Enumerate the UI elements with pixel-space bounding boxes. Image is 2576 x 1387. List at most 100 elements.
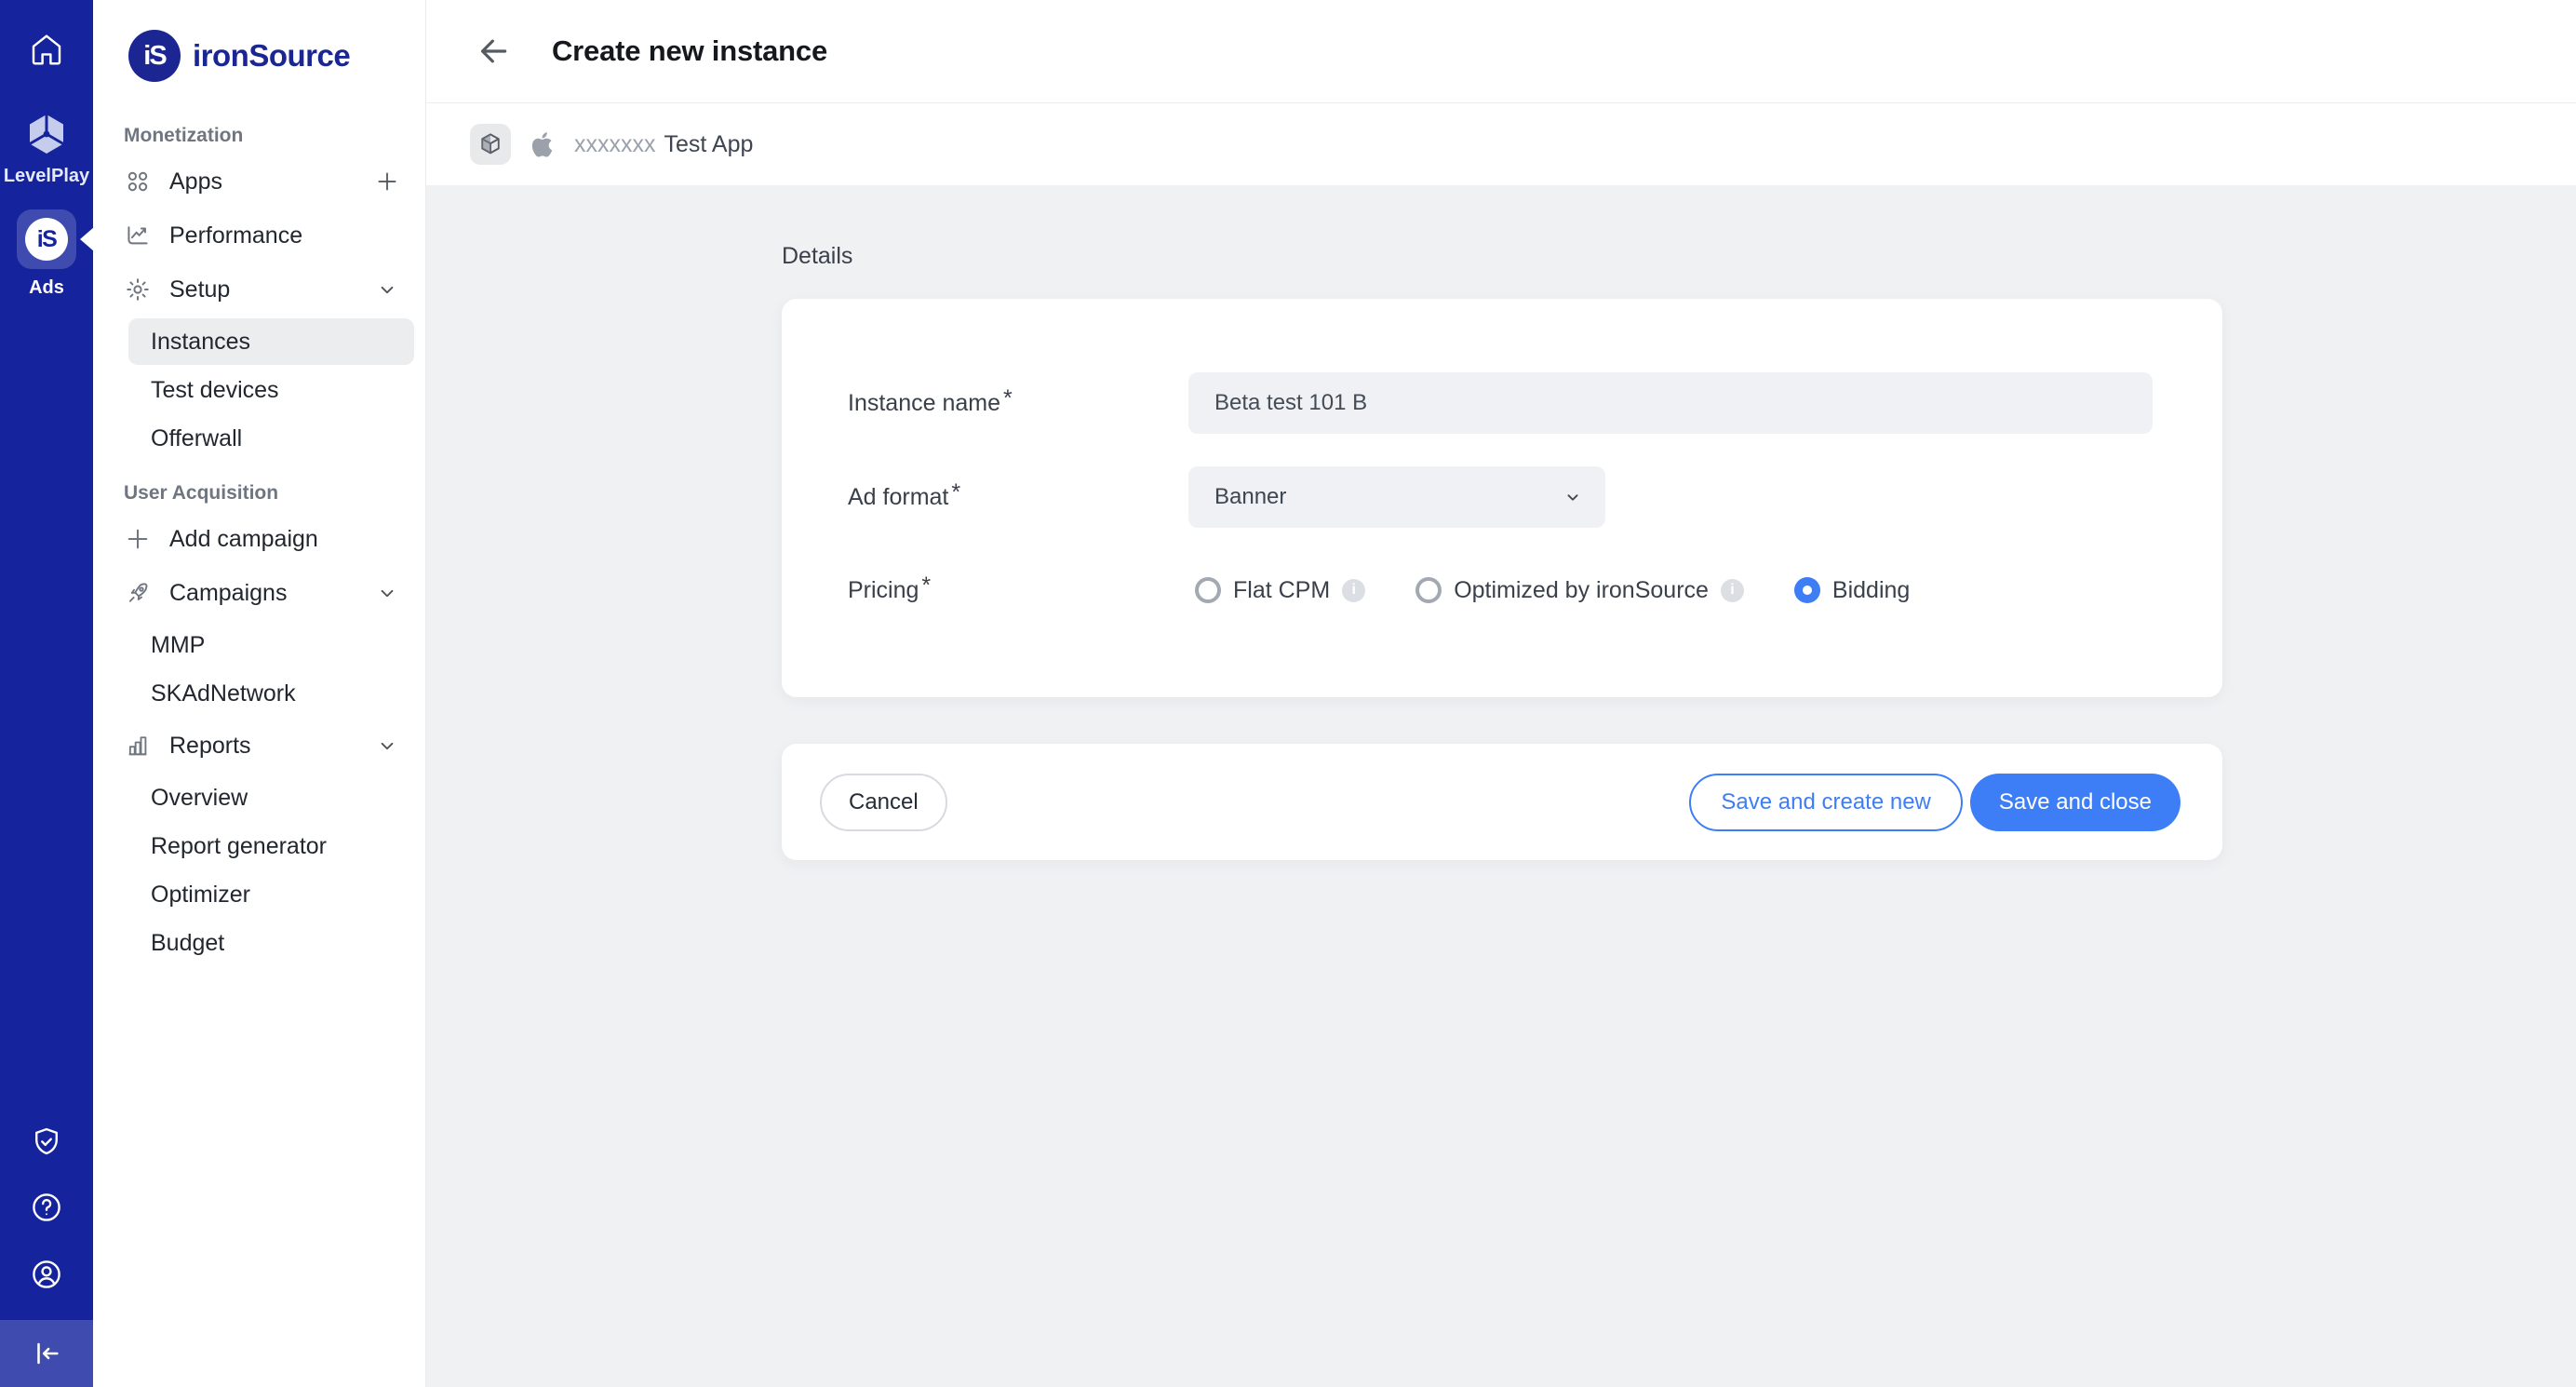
- actions-right-group: Save and create new Save and close: [1689, 774, 2180, 831]
- sidebar-item-skadnetwork[interactable]: SKAdNetwork: [128, 670, 414, 717]
- sidebar-item-instances[interactable]: Instances: [128, 318, 414, 365]
- collapse-rail-button[interactable]: [0, 1320, 93, 1387]
- chevron-down-icon: [1563, 487, 1583, 507]
- apps-grid-icon: [124, 168, 152, 195]
- content-area: Details Instance name Ad format Banner: [425, 185, 2576, 1387]
- rail-item-levelplay[interactable]: LevelPlay: [0, 110, 93, 187]
- details-section-title: Details: [782, 243, 852, 270]
- rail-item-ads[interactable]: iS Ads: [0, 209, 93, 299]
- sidebar-item-apps[interactable]: Apps: [93, 155, 425, 209]
- rail-item-label: LevelPlay: [4, 166, 89, 187]
- instance-name-row: Instance name: [848, 372, 2171, 434]
- gear-icon: [124, 276, 152, 303]
- app-cube-icon: [470, 124, 511, 165]
- sidebar-item-report-generator[interactable]: Report generator: [128, 823, 414, 869]
- sidebar-item-label: Add campaign: [169, 526, 399, 553]
- sidebar-item-add-campaign[interactable]: Add campaign: [93, 512, 425, 566]
- sidebar-item-offerwall[interactable]: Offerwall: [128, 415, 414, 462]
- pricing-option-optimized[interactable]: Optimized by ironSource i: [1415, 577, 1744, 604]
- app-rail: LevelPlay iS Ads: [0, 0, 93, 1387]
- page-header: Create new instance: [425, 0, 2576, 103]
- sidebar-subitem-label: Overview: [151, 785, 248, 812]
- app-name: Test App: [664, 131, 754, 158]
- sidebar-item-label: Performance: [169, 222, 399, 249]
- sidebar-subitem-label: Report generator: [151, 833, 327, 860]
- ads-tile: iS: [17, 209, 76, 269]
- chevron-down-icon: [375, 277, 399, 302]
- ironsource-monogram-icon: iS: [25, 218, 68, 261]
- cancel-button[interactable]: Cancel: [820, 774, 947, 831]
- section-label-monetization: Monetization: [124, 125, 425, 149]
- home-icon[interactable]: [27, 30, 66, 69]
- sidebar-item-mmp[interactable]: MMP: [128, 622, 414, 668]
- info-icon[interactable]: i: [1721, 579, 1744, 602]
- pricing-option-label: Flat CPM: [1233, 577, 1330, 604]
- sidebar-item-campaigns[interactable]: Campaigns: [93, 566, 425, 620]
- section-label-user-acquisition: User Acquisition: [124, 482, 425, 506]
- privacy-shield-icon[interactable]: [29, 1124, 64, 1160]
- sidebar-item-label: Campaigns: [169, 580, 375, 607]
- plus-icon: [124, 525, 152, 553]
- ad-format-label: Ad format: [848, 484, 1188, 511]
- chevron-down-icon: [375, 734, 399, 758]
- chevron-down-icon: [375, 581, 399, 605]
- pricing-option-label: Bidding: [1832, 577, 1910, 604]
- add-app-icon[interactable]: [375, 169, 399, 194]
- sidebar-item-label: Apps: [169, 168, 375, 195]
- create-instance-page: LevelPlay iS Ads: [0, 0, 2576, 1387]
- line-chart-icon: [124, 222, 152, 249]
- sidebar-subitem-label: SKAdNetwork: [151, 680, 296, 707]
- ironsource-logo-icon: iS: [128, 30, 181, 82]
- account-icon[interactable]: [29, 1257, 64, 1292]
- rail-item-label: Ads: [29, 277, 64, 299]
- collapse-arrow-icon: [31, 1338, 62, 1369]
- active-product-notch: [80, 227, 94, 251]
- sidebar-item-test-devices[interactable]: Test devices: [128, 367, 414, 413]
- instance-name-label: Instance name: [848, 390, 1188, 417]
- sidebar-item-performance[interactable]: Performance: [93, 209, 425, 263]
- radio-unselected-icon[interactable]: [1195, 577, 1221, 603]
- ad-format-row: Ad format Banner: [848, 466, 2171, 528]
- sidebar-subitem-label: Instances: [151, 329, 250, 356]
- page-title: Create new instance: [552, 34, 827, 68]
- main-area: Create new instance xxxxxxx Test App Det…: [425, 0, 2576, 1387]
- ad-format-value: Banner: [1214, 484, 1286, 510]
- sidebar-subitem-label: Offerwall: [151, 425, 242, 452]
- sidebar-subitem-label: Optimizer: [151, 882, 250, 909]
- pricing-option-bidding[interactable]: Bidding: [1794, 577, 1910, 604]
- pricing-label: Pricing: [848, 577, 1188, 604]
- sidebar: iS ironSource Monetization Apps: [93, 0, 426, 1387]
- ad-format-select[interactable]: Banner: [1188, 466, 1605, 528]
- ironsource-logo[interactable]: iS ironSource: [93, 0, 425, 84]
- instance-name-input[interactable]: [1188, 372, 2153, 434]
- radio-selected-icon[interactable]: [1794, 577, 1820, 603]
- sidebar-item-reports[interactable]: Reports: [93, 719, 425, 773]
- sidebar-subitem-label: MMP: [151, 632, 205, 659]
- app-id-masked: xxxxxxx: [574, 131, 656, 158]
- pricing-row: Pricing Flat CPM i Optimized by ironSour…: [848, 564, 2171, 616]
- unity-cube-icon: [22, 110, 71, 158]
- pricing-option-label: Optimized by ironSource: [1454, 577, 1709, 604]
- bar-chart-icon: [124, 732, 152, 760]
- back-button[interactable]: [474, 31, 515, 72]
- save-and-close-button[interactable]: Save and close: [1970, 774, 2180, 831]
- sidebar-subitem-label: Test devices: [151, 377, 279, 404]
- details-card: Instance name Ad format Banner: [782, 299, 2222, 697]
- rocket-icon: [124, 579, 152, 607]
- sidebar-item-label: Reports: [169, 733, 375, 760]
- sidebar-item-budget[interactable]: Budget: [128, 920, 414, 966]
- actions-card: Cancel Save and create new Save and clos…: [782, 744, 2222, 860]
- app-context-bar: xxxxxxx Test App: [425, 103, 2576, 186]
- radio-unselected-icon[interactable]: [1415, 577, 1442, 603]
- save-and-create-new-button[interactable]: Save and create new: [1689, 774, 1962, 831]
- pricing-option-flat-cpm[interactable]: Flat CPM i: [1195, 577, 1365, 604]
- help-icon[interactable]: [29, 1190, 64, 1225]
- sidebar-item-overview[interactable]: Overview: [128, 774, 414, 821]
- sidebar-item-setup[interactable]: Setup: [93, 263, 425, 316]
- sidebar-item-label: Setup: [169, 276, 375, 303]
- info-icon[interactable]: i: [1342, 579, 1365, 602]
- ironsource-logo-text: ironSource: [193, 38, 350, 74]
- sidebar-subitem-label: Budget: [151, 930, 224, 957]
- sidebar-item-optimizer[interactable]: Optimizer: [128, 871, 414, 918]
- apple-platform-icon: [527, 128, 558, 160]
